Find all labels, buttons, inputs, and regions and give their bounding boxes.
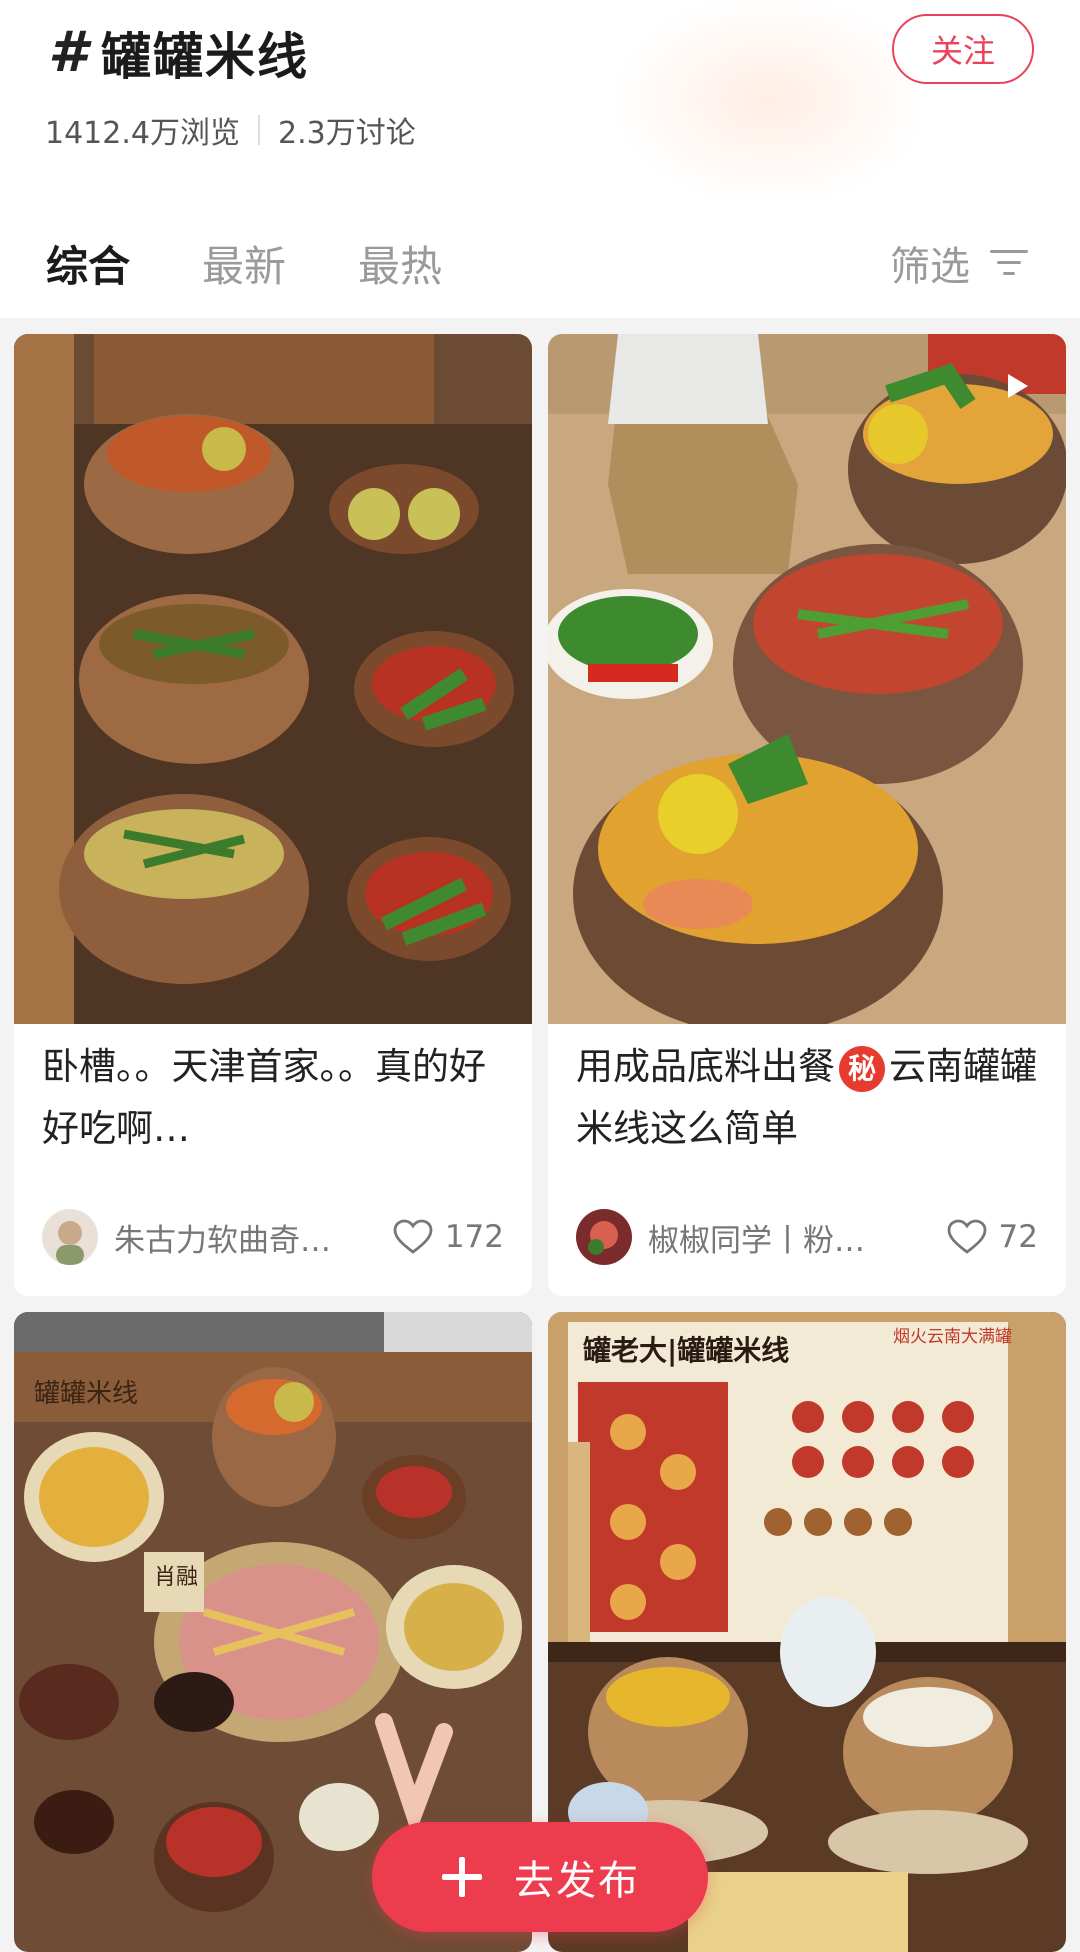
follow-button[interactable]: 关注 bbox=[892, 14, 1034, 84]
header-decoration bbox=[620, 0, 920, 200]
svg-text:罐罐米线: 罐罐米线 bbox=[34, 1379, 138, 1409]
stats-divider bbox=[257, 115, 260, 145]
post-card[interactable]: 卧槽。。天津首家。。真的好好吃啊… 朱古力软曲奇… 172 bbox=[14, 334, 532, 1296]
plus-icon bbox=[442, 1857, 482, 1897]
sort-tabs: 综合 最新 最热 bbox=[46, 228, 514, 298]
author-name: 椒椒同学丨粉… bbox=[648, 1222, 865, 1259]
post-image bbox=[14, 334, 532, 1024]
video-play-icon bbox=[1008, 374, 1028, 398]
author-name: 朱古力软曲奇… bbox=[114, 1222, 331, 1259]
like-button[interactable]: 172 bbox=[393, 1207, 504, 1267]
like-button[interactable]: 72 bbox=[947, 1207, 1038, 1267]
post-card[interactable]: 用成品底料出餐秘云南罐罐米线这么简单 椒椒同学丨粉… 72 bbox=[548, 334, 1066, 1296]
hashtag-icon: # bbox=[48, 20, 87, 85]
menu-title: 罐老大|罐罐米线 bbox=[583, 1334, 789, 1367]
like-count: 172 bbox=[444, 1219, 504, 1255]
tab-latest[interactable]: 最新 bbox=[202, 233, 286, 294]
discussion-count: 2.3万讨论 bbox=[277, 116, 416, 151]
avatar bbox=[42, 1209, 98, 1265]
topic-name: 罐罐米线 bbox=[100, 28, 309, 86]
heart-icon bbox=[947, 1219, 986, 1254]
like-count: 72 bbox=[998, 1219, 1038, 1255]
publish-label: 去发布 bbox=[514, 1858, 640, 1904]
menu-tag: 烟火云南大满罐 bbox=[893, 1327, 1012, 1347]
publish-button[interactable]: 去发布 bbox=[372, 1822, 708, 1932]
secret-badge-icon: 秘 bbox=[839, 1045, 885, 1092]
filter-icon bbox=[990, 250, 1028, 275]
post-author[interactable]: 朱古力软曲奇… bbox=[42, 1207, 331, 1267]
filter-label: 筛选 bbox=[890, 244, 970, 290]
topic-stats: 1412.4万浏览 2.3万讨论 bbox=[45, 106, 416, 154]
topic-header: # 罐罐米线 关注 1412.4万浏览 2.3万讨论 综合 最新 最热 筛选 bbox=[0, 0, 1080, 318]
topic-title: # 罐罐米线 bbox=[48, 18, 309, 88]
views-count: 1412.4万浏览 bbox=[45, 116, 240, 151]
tab-comprehensive[interactable]: 综合 bbox=[46, 233, 130, 294]
post-author[interactable]: 椒椒同学丨粉… bbox=[576, 1207, 865, 1267]
tab-hottest[interactable]: 最热 bbox=[358, 233, 442, 294]
avatar bbox=[576, 1209, 632, 1265]
filter-button[interactable]: 筛选 bbox=[890, 228, 1028, 298]
signboard-text: 肖融 bbox=[154, 1565, 198, 1590]
post-image bbox=[548, 334, 1066, 1024]
post-title: 卧槽。。天津首家。。真的好好吃啊… bbox=[42, 1045, 486, 1150]
heart-icon bbox=[393, 1219, 433, 1254]
post-title: 用成品底料出餐秘云南罐罐米线这么简单 bbox=[576, 1045, 1037, 1150]
